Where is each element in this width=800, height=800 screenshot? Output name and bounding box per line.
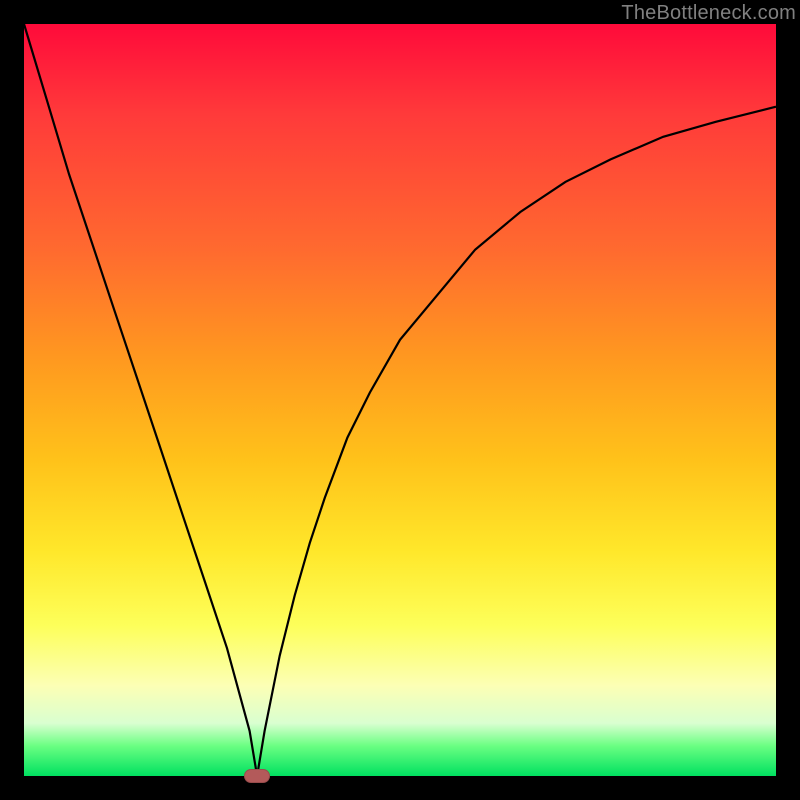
optimum-marker <box>244 769 270 783</box>
curve-path <box>24 24 776 776</box>
watermark-text: TheBottleneck.com <box>621 2 796 25</box>
bottleneck-curve <box>24 24 776 776</box>
plot-area <box>24 24 776 776</box>
chart-frame: TheBottleneck.com <box>0 0 800 800</box>
